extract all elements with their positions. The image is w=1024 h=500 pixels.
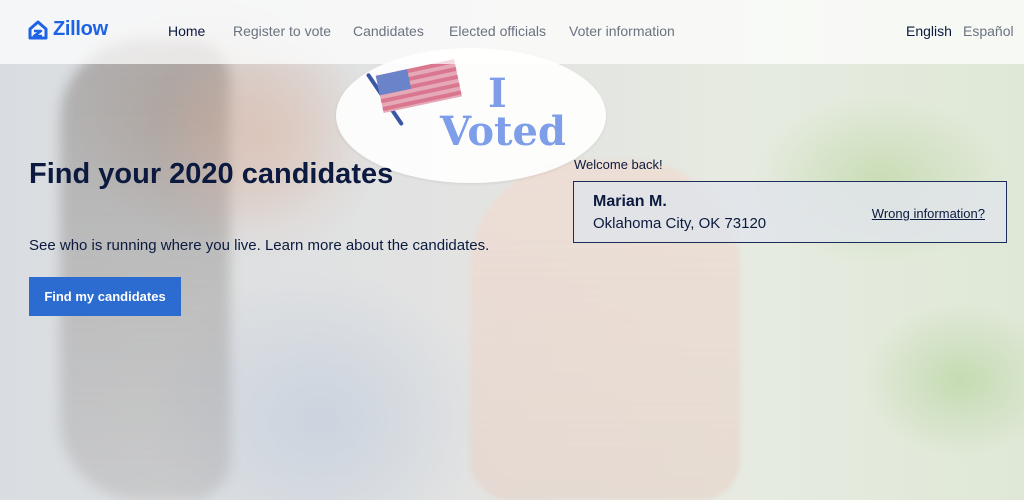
- nav-item-home[interactable]: Home: [168, 23, 205, 39]
- user-location: Oklahoma City, OK 73120: [593, 215, 767, 232]
- user-name: Marian M.: [593, 193, 667, 210]
- wrong-information-link[interactable]: Wrong information?: [872, 206, 985, 221]
- brand-name: Zillow: [53, 18, 108, 40]
- zillow-logo[interactable]: Zillow: [28, 18, 108, 41]
- language-espanol[interactable]: Español: [963, 23, 1014, 39]
- find-my-candidates-button[interactable]: Find my candidates: [29, 277, 181, 316]
- language-english[interactable]: English: [906, 23, 952, 39]
- zillow-house-icon: [28, 20, 48, 39]
- nav-item-voter-information[interactable]: Voter information: [569, 23, 675, 39]
- user-info-card: Marian M. Oklahoma City, OK 73120 Wrong …: [573, 181, 1007, 243]
- sticker-text-voted: Voted: [440, 108, 566, 155]
- nav-item-register-to-vote[interactable]: Register to vote: [233, 23, 331, 39]
- welcome-message: Welcome back!: [574, 157, 663, 172]
- page-subtitle: See who is running where you live. Learn…: [29, 237, 490, 254]
- page-title: Find your 2020 candidates: [29, 158, 394, 190]
- nav-item-elected-officials[interactable]: Elected officials: [449, 23, 546, 39]
- top-navigation: Zillow Home Register to vote Candidates …: [0, 0, 1024, 64]
- nav-item-candidates[interactable]: Candidates: [353, 23, 424, 39]
